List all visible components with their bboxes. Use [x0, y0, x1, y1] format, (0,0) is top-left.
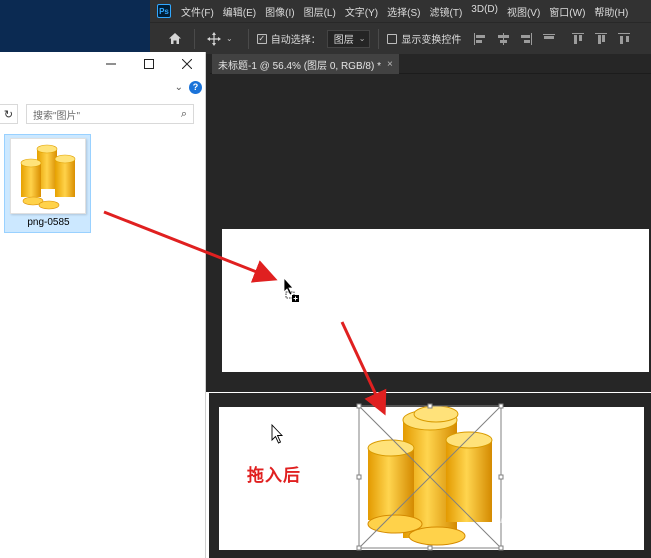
document-tab[interactable]: 未标题-1 @ 56.4% (图层 0, RGB/8) * ×	[212, 54, 399, 74]
menu-filter[interactable]: 滤镜(T)	[430, 4, 463, 19]
ps-menu: 文件(F) 编辑(E) 图像(I) 图层(L) 文字(Y) 选择(S) 滤镜(T…	[181, 4, 637, 19]
align-right-icon[interactable]	[519, 32, 533, 46]
options-separator	[247, 28, 249, 49]
align-bottom-icon[interactable]	[594, 32, 608, 46]
show-transform-label: 显示变换控件	[401, 35, 462, 46]
desktop-background	[0, 0, 160, 52]
close-tab-icon[interactable]: ×	[387, 59, 393, 70]
document-tab-title: 未标题-1 @ 56.4% (图层 0, RGB/8) *	[218, 60, 381, 72]
photoshop-window: Ps 文件(F) 编辑(E) 图像(I) 图层(L) 文字(Y) 选择(S) 滤…	[150, 0, 651, 392]
baidu-watermark-url: jingyan.baidu.com	[522, 528, 606, 538]
menu-view[interactable]: 视图(V)	[507, 4, 540, 19]
after-drag-label: 拖入后	[247, 466, 301, 486]
file-explorer-window: ⌄ ? ↻ 搜索"图片" ⌕ png-0585	[0, 52, 206, 558]
distribute-icon[interactable]	[617, 32, 631, 46]
minimize-icon[interactable]	[92, 52, 130, 76]
menu-file[interactable]: 文件(F)	[181, 4, 214, 19]
chevron-down-icon: ⌄	[358, 34, 366, 43]
options-separator	[378, 28, 380, 49]
screenshot-root: Ps 文件(F) 编辑(E) 图像(I) 图层(L) 文字(Y) 选择(S) 滤…	[0, 0, 651, 558]
align-top-icon[interactable]	[542, 32, 556, 46]
search-placeholder: 搜索"图片"	[33, 110, 81, 122]
auto-select-value: 图层	[333, 35, 354, 46]
baidu-watermark: Bai du 经验	[500, 504, 630, 529]
chevron-down-icon[interactable]: ⌄	[175, 82, 183, 93]
explorer-titlebar	[0, 52, 206, 76]
search-icon[interactable]: ⌕	[181, 108, 187, 121]
auto-select-checkbox[interactable]: ✓	[256, 33, 267, 44]
file-thumbnail	[10, 138, 86, 214]
move-tool-icon[interactable]	[203, 31, 225, 46]
ps-menubar: Ps 文件(F) 编辑(E) 图像(I) 图层(L) 文字(Y) 选择(S) 滤…	[150, 0, 651, 22]
menu-edit[interactable]: 编辑(E)	[223, 4, 256, 19]
search-input[interactable]: 搜索"图片" ⌕	[26, 104, 194, 124]
ps-document-tabs: 未标题-1 @ 56.4% (图层 0, RGB/8) * ×	[210, 54, 651, 74]
explorer-ribbon: ⌄ ?	[0, 76, 206, 98]
ps-logo-icon[interactable]: Ps	[157, 4, 171, 18]
chevron-down-icon[interactable]: ⌄	[226, 34, 233, 43]
menu-help[interactable]: 帮助(H)	[594, 4, 628, 19]
ps-document-canvas[interactable]	[222, 229, 649, 372]
ps-workspace	[210, 74, 651, 392]
auto-select-label: 自动选择：	[270, 35, 321, 46]
menu-type[interactable]: 文字(Y)	[345, 4, 378, 19]
coins-thumbnail-image	[20, 144, 76, 210]
align-middle-v-icon[interactable]	[571, 32, 585, 46]
refresh-icon[interactable]: ↻	[0, 104, 18, 124]
help-icon[interactable]: ?	[189, 80, 202, 94]
ps-options-bar: ⌄ ✓ 自动选择： 图层 ⌄ 显示变换控件	[150, 22, 651, 54]
close-icon[interactable]	[168, 52, 206, 76]
menu-3d[interactable]: 3D(D)	[471, 4, 498, 19]
maximize-icon[interactable]	[130, 52, 168, 76]
home-icon[interactable]	[164, 32, 186, 45]
menu-image[interactable]: 图像(I)	[265, 4, 294, 19]
align-center-h-icon[interactable]	[496, 32, 510, 46]
menu-layer[interactable]: 图层(L)	[304, 4, 336, 19]
align-left-icon[interactable]	[473, 32, 487, 46]
menu-select[interactable]: 选择(S)	[387, 4, 420, 19]
options-separator	[194, 28, 195, 49]
align-buttons	[473, 32, 640, 46]
show-transform-checkbox[interactable]	[387, 33, 398, 44]
file-item[interactable]: png-0585	[4, 134, 91, 233]
auto-select-dropdown[interactable]: 图层 ⌄	[326, 29, 371, 48]
explorer-address-row: ↻ 搜索"图片" ⌕	[0, 102, 206, 126]
menu-window[interactable]: 窗口(W)	[549, 4, 585, 19]
file-name: png-0585	[27, 217, 70, 228]
